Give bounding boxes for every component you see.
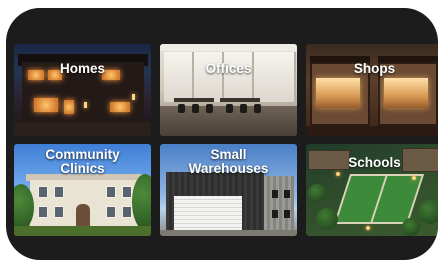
tile-schools-label: Schools [348, 155, 401, 170]
tile-homes[interactable]: Homes [14, 44, 151, 136]
category-grid: Homes Offices Shops Community Clinics Sm… [14, 44, 438, 237]
offices-image [160, 44, 297, 136]
tile-offices-label: Offices [205, 61, 252, 76]
category-panel: Homes Offices Shops Community Clinics Sm… [6, 8, 438, 260]
tile-offices[interactable]: Offices [160, 44, 297, 136]
homes-image [14, 44, 151, 136]
tile-small-warehouses[interactable]: Small Warehouses [160, 144, 297, 236]
shops-image [306, 44, 438, 136]
tile-schools[interactable]: Schools [306, 144, 438, 236]
tile-homes-label: Homes [59, 61, 105, 76]
tile-community-clinics[interactable]: Community Clinics [14, 144, 151, 236]
tile-shops-label: Shops [353, 61, 396, 76]
tile-community-clinics-label: Community Clinics [45, 147, 120, 176]
tile-shops[interactable]: Shops [306, 44, 438, 136]
tile-small-warehouses-label: Small Warehouses [188, 147, 269, 176]
